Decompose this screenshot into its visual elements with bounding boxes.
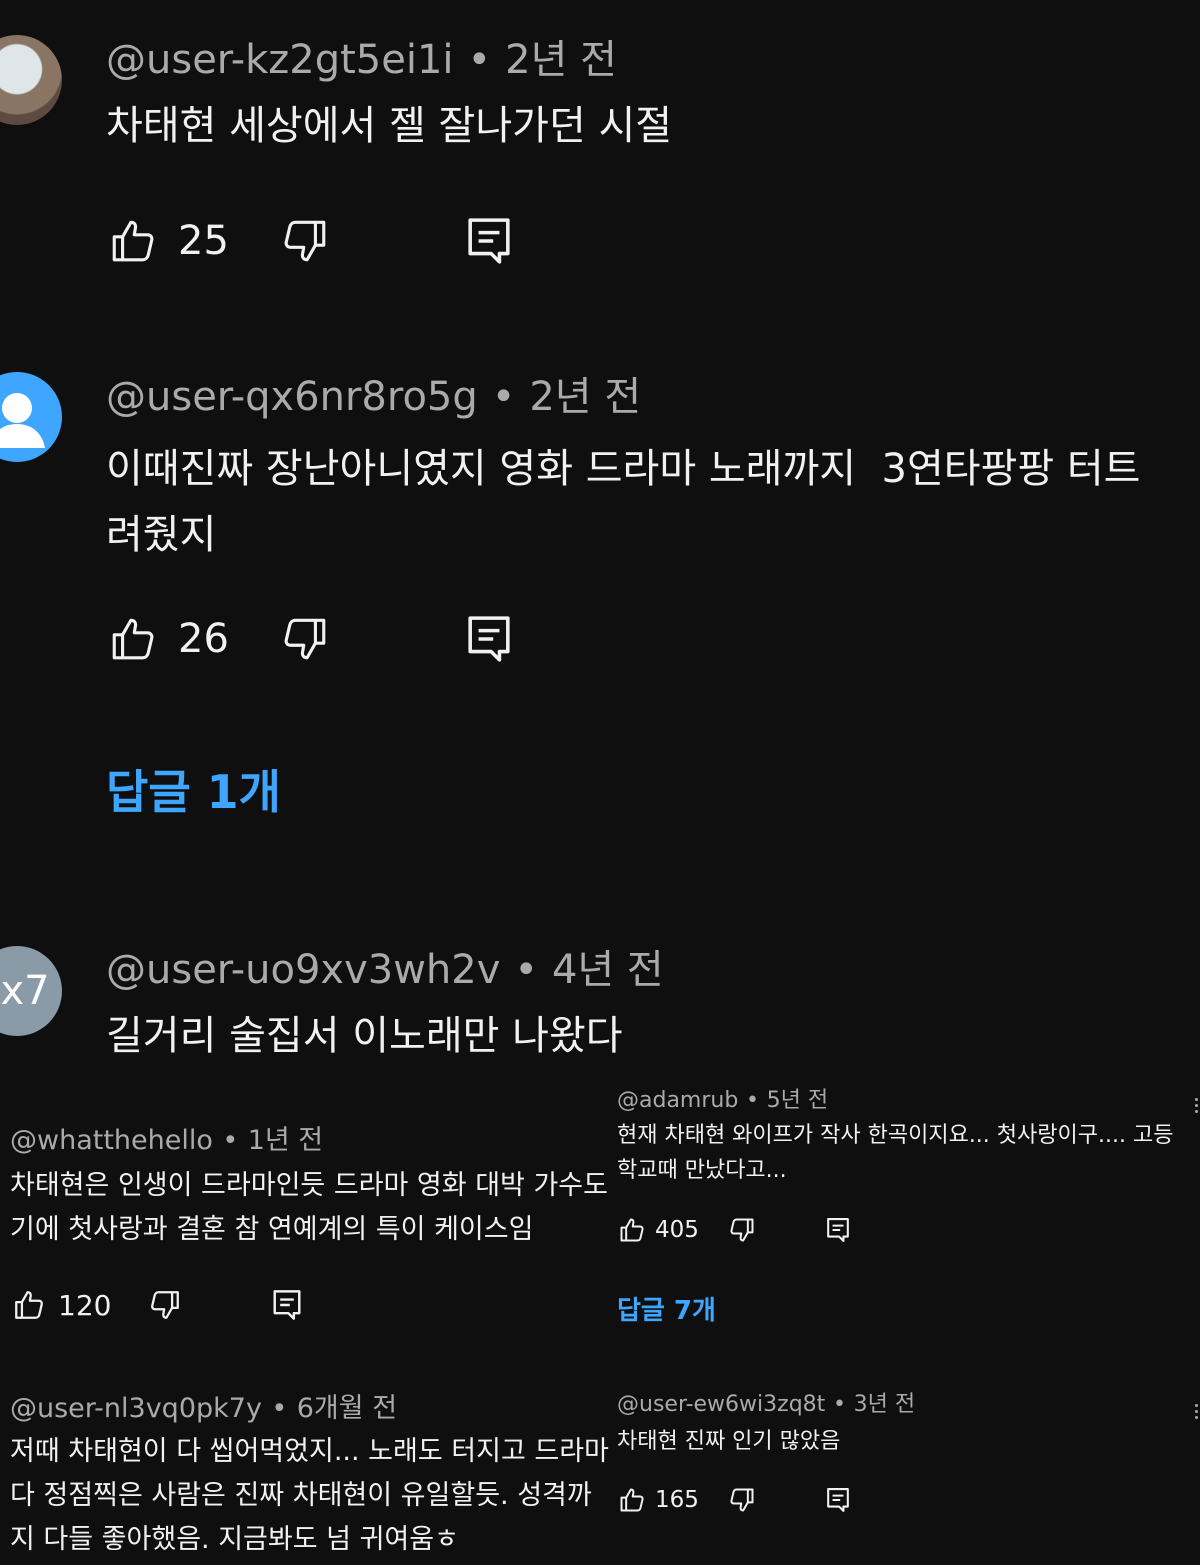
- thumbs-down-icon[interactable]: [278, 214, 332, 268]
- comment-actions: 405: [617, 1214, 853, 1246]
- thumbs-down-icon[interactable]: [278, 612, 332, 666]
- comment-header: @user-ew6wi3zq8t • 3년 전: [617, 1390, 915, 1420]
- separator-dot: •: [746, 1088, 759, 1113]
- comment-text: 차태현 진짜 인기 많았음: [617, 1429, 841, 1454]
- comment-time[interactable]: 2년 전: [505, 37, 617, 83]
- comment-header: @user-uo9xv3wh2v • 4년 전: [106, 946, 664, 994]
- person-icon: [0, 393, 45, 448]
- comment-header: @adamrub • 5년 전: [617, 1086, 828, 1116]
- like-count: 405: [655, 1217, 699, 1243]
- comment-author[interactable]: @adamrub: [617, 1088, 738, 1113]
- comment-time[interactable]: 2년 전: [529, 374, 641, 420]
- comment-author[interactable]: @user-ew6wi3zq8t: [617, 1392, 825, 1417]
- comment-time[interactable]: 6개월 전: [297, 1393, 397, 1424]
- reply-comment-icon[interactable]: [823, 1485, 853, 1515]
- reply-comment-icon[interactable]: [823, 1215, 853, 1245]
- comment-text: 길거리 술집서 이노래만 나왔다: [106, 1013, 623, 1059]
- thumbs-down-icon[interactable]: [727, 1485, 757, 1515]
- separator-dot: •: [514, 947, 538, 993]
- separator-dot: •: [832, 1392, 846, 1417]
- avatar[interactable]: [0, 35, 62, 125]
- comment-text: 차태현은 인생이 드라마인듯 드라마 영화 대박 가수도 기에 첫사랑과 결혼 …: [10, 1170, 608, 1245]
- comment-header: @user-qx6nr8ro5g • 2년 전: [106, 373, 641, 421]
- like-count: 26: [178, 616, 229, 662]
- thumbs-up-icon[interactable]: [106, 612, 160, 666]
- comment-actions: 120: [10, 1286, 306, 1324]
- like-count: 165: [655, 1487, 699, 1513]
- separator-dot: •: [271, 1393, 288, 1424]
- thumbs-up-icon[interactable]: [617, 1215, 647, 1245]
- separator-dot: •: [491, 374, 516, 420]
- comment-text: 차태현 세상에서 젤 잘나가던 시절: [106, 103, 673, 149]
- thumbs-up-icon[interactable]: [10, 1286, 48, 1324]
- avatar[interactable]: x7: [0, 946, 62, 1036]
- like-count: 120: [58, 1288, 112, 1322]
- comment-time[interactable]: 1년 전: [248, 1125, 323, 1156]
- comment-actions: 25: [106, 214, 516, 268]
- reply-comment-icon[interactable]: [462, 612, 516, 666]
- view-replies-button[interactable]: 답글 1개: [106, 764, 281, 820]
- comment-author[interactable]: @user-qx6nr8ro5g: [106, 374, 478, 420]
- comment-actions: 26: [106, 612, 516, 666]
- view-replies-button[interactable]: 답글 7개: [617, 1294, 716, 1328]
- thumbs-up-icon[interactable]: [617, 1485, 647, 1515]
- comment-time[interactable]: 5년 전: [767, 1088, 828, 1113]
- comment-header: @whatthehello • 1년 전: [10, 1124, 323, 1158]
- comment-author[interactable]: @whatthehello: [10, 1125, 213, 1156]
- reply-comment-icon[interactable]: [268, 1286, 306, 1324]
- thumbs-down-icon[interactable]: [146, 1286, 184, 1324]
- comment-text: 현재 차태현 와이프가 작사 한곡이지요... 첫사랑이구.... 고등학교때 …: [617, 1123, 1174, 1183]
- avatar[interactable]: [0, 372, 62, 462]
- thumbs-up-icon[interactable]: [106, 214, 160, 268]
- avatar-initials: x7: [0, 968, 50, 1014]
- separator-dot: •: [222, 1125, 239, 1156]
- comment-text: 저때 차태현이 다 씹어먹었지... 노래도 터지고 드라마 다 정점찍은 사람…: [10, 1436, 609, 1555]
- comment-actions: 165: [617, 1484, 853, 1516]
- comment-author[interactable]: @user-uo9xv3wh2v: [106, 947, 500, 993]
- comment-header: @user-kz2gt5ei1i • 2년 전: [106, 36, 617, 84]
- comment-time[interactable]: 3년 전: [854, 1392, 915, 1417]
- more-vert-icon[interactable]: [1195, 1098, 1198, 1116]
- comment-text: 이때진짜 장난아니였지 영화 드라마 노래까지 3연타팡팡 터트려줬지: [106, 446, 1141, 558]
- like-count: 25: [178, 218, 229, 264]
- comment-author[interactable]: @user-nl3vq0pk7y: [10, 1393, 262, 1424]
- more-vert-icon[interactable]: [1195, 1404, 1198, 1422]
- separator-dot: •: [467, 37, 492, 83]
- comment-header: @user-nl3vq0pk7y • 6개월 전: [10, 1392, 397, 1426]
- comment-author[interactable]: @user-kz2gt5ei1i: [106, 37, 454, 83]
- comment-time[interactable]: 4년 전: [552, 947, 664, 993]
- thumbs-down-icon[interactable]: [727, 1215, 757, 1245]
- reply-comment-icon[interactable]: [462, 214, 516, 268]
